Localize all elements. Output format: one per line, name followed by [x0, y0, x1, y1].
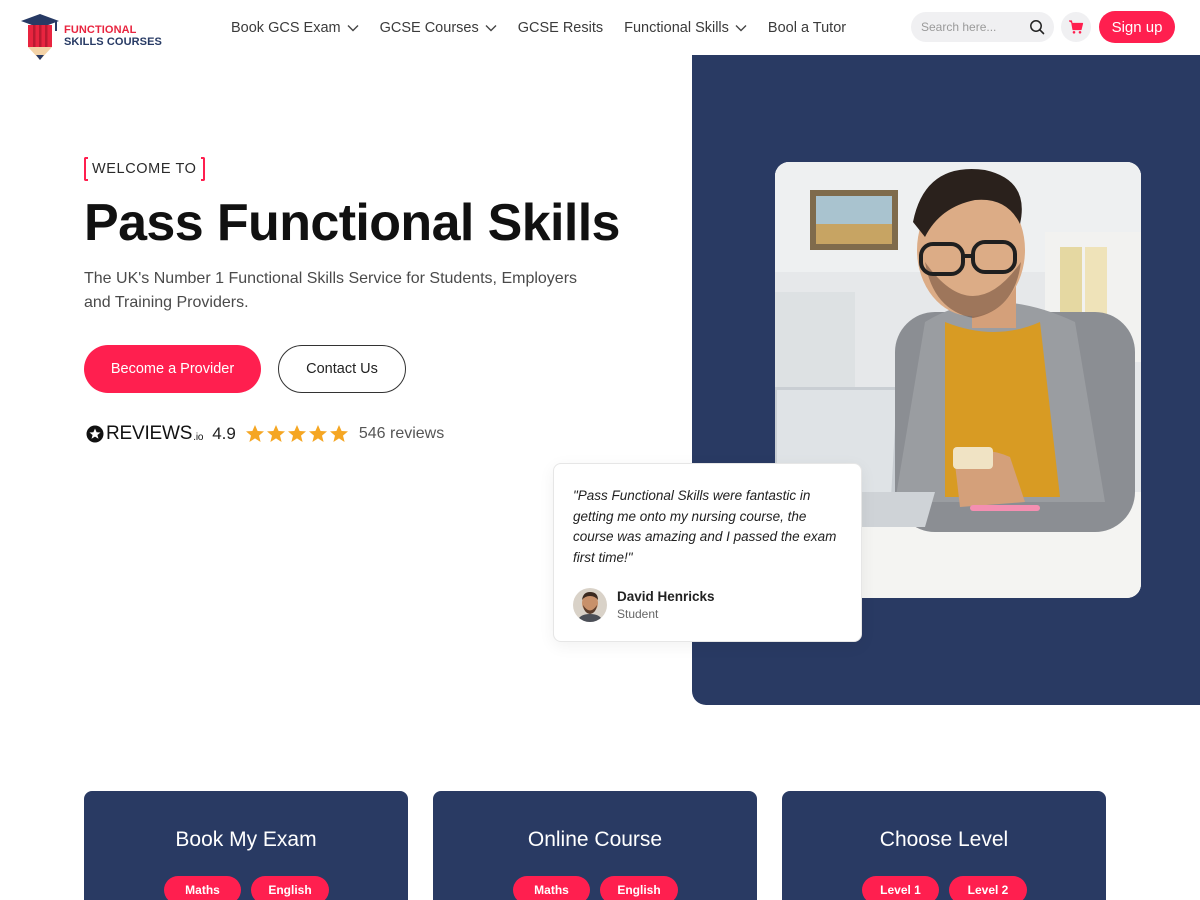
pill-maths[interactable]: Maths: [513, 876, 590, 900]
nav-item-gcse-resits[interactable]: GCSE Resits: [518, 17, 603, 39]
nav-label: GCSE Resits: [517, 20, 604, 36]
logo-line-2: SKILLS COURSES: [64, 36, 162, 48]
star-icon: [266, 425, 285, 442]
card-online-course[interactable]: Online Course Maths English: [433, 791, 757, 900]
nav-item-book-gcs-exam[interactable]: Book GCS Exam: [231, 17, 359, 39]
review-count: 546 reviews: [358, 425, 445, 442]
author-role: Student: [617, 607, 659, 621]
search-input[interactable]: [921, 20, 1021, 34]
search-icon[interactable]: [1029, 19, 1045, 35]
site-logo[interactable]: FUNCTIONAL SKILLS COURSES: [20, 10, 162, 62]
star-icon: [308, 425, 327, 442]
logo-line-1: FUNCTIONAL: [64, 24, 137, 36]
reviews-brand-suffix: .io: [193, 431, 204, 443]
hero-subtitle: The UK's Number 1 Functional Skills Serv…: [84, 270, 578, 311]
star-icon: [245, 425, 264, 442]
chevron-down-icon: [347, 25, 359, 32]
author-name: David Henricks: [617, 589, 715, 604]
contact-us-button[interactable]: Contact Us: [278, 345, 406, 393]
logo-text: FUNCTIONAL SKILLS COURSES: [64, 24, 162, 48]
hero-title: Pass Functional Skills: [84, 194, 620, 252]
signup-button[interactable]: Sign up: [1099, 11, 1175, 43]
testimonial-quote: "Pass Functional Skills were fantastic i…: [573, 488, 837, 565]
pill-maths[interactable]: Maths: [164, 876, 241, 900]
become-provider-button[interactable]: Become a Provider: [84, 345, 261, 393]
nav-item-functional-skills[interactable]: Functional Skills: [624, 17, 747, 39]
nav-item-book-a-tutor[interactable]: Bool a Tutor: [768, 17, 846, 39]
chevron-down-icon: [485, 25, 497, 32]
nav-label: Bool a Tutor: [767, 20, 847, 36]
card-book-my-exam[interactable]: Book My Exam Maths English: [84, 791, 408, 900]
nav-label: Functional Skills: [624, 20, 729, 36]
pill-level-2[interactable]: Level 2: [949, 876, 1027, 900]
graduation-pencil-logo-icon: [21, 14, 59, 60]
reviews-io-logo: REVIEWS .io: [86, 423, 203, 445]
star-circle-icon: [86, 425, 104, 443]
nav-label: GCSE Courses: [379, 20, 479, 36]
avatar: [573, 588, 607, 622]
star-rating: [245, 424, 349, 444]
welcome-eyebrow: WELCOME TO: [84, 157, 205, 181]
cart-button[interactable]: [1061, 12, 1091, 42]
avatar-photo: [573, 588, 607, 622]
card-title: Online Course: [527, 828, 663, 851]
rating-score: 4.9: [212, 424, 236, 443]
card-title: Choose Level: [879, 828, 1009, 851]
search-box: [911, 12, 1054, 42]
cart-icon: [1069, 20, 1084, 34]
author-info: David Henricks Student: [617, 589, 715, 621]
card-choose-level[interactable]: Choose Level Level 1 Level 2: [782, 791, 1106, 900]
site-header: FUNCTIONAL SKILLS COURSES Book GCS Exam …: [0, 0, 1200, 60]
card-title: Book My Exam: [175, 828, 317, 851]
reviews-rating[interactable]: REVIEWS .io 4.9 546 reviews: [86, 422, 444, 446]
testimonial-author: David Henricks Student: [573, 588, 715, 622]
star-icon: [287, 425, 306, 442]
bracket-right: [200, 157, 205, 181]
testimonial-card: "Pass Functional Skills were fantastic i…: [553, 463, 862, 642]
pill-english[interactable]: English: [251, 876, 329, 900]
nav-item-gcse-courses[interactable]: GCSE Courses: [380, 17, 497, 39]
pill-english[interactable]: English: [600, 876, 678, 900]
chevron-down-icon: [735, 25, 747, 32]
reviews-brand: REVIEWS: [106, 423, 193, 444]
pill-level-1[interactable]: Level 1: [862, 876, 939, 900]
nav-label: Book GCS Exam: [231, 20, 341, 36]
star-icon: [329, 425, 348, 442]
eyebrow-text: WELCOME TO: [92, 161, 197, 177]
main-nav: Book GCS Exam GCSE Courses GCSE Resits F…: [231, 17, 846, 39]
